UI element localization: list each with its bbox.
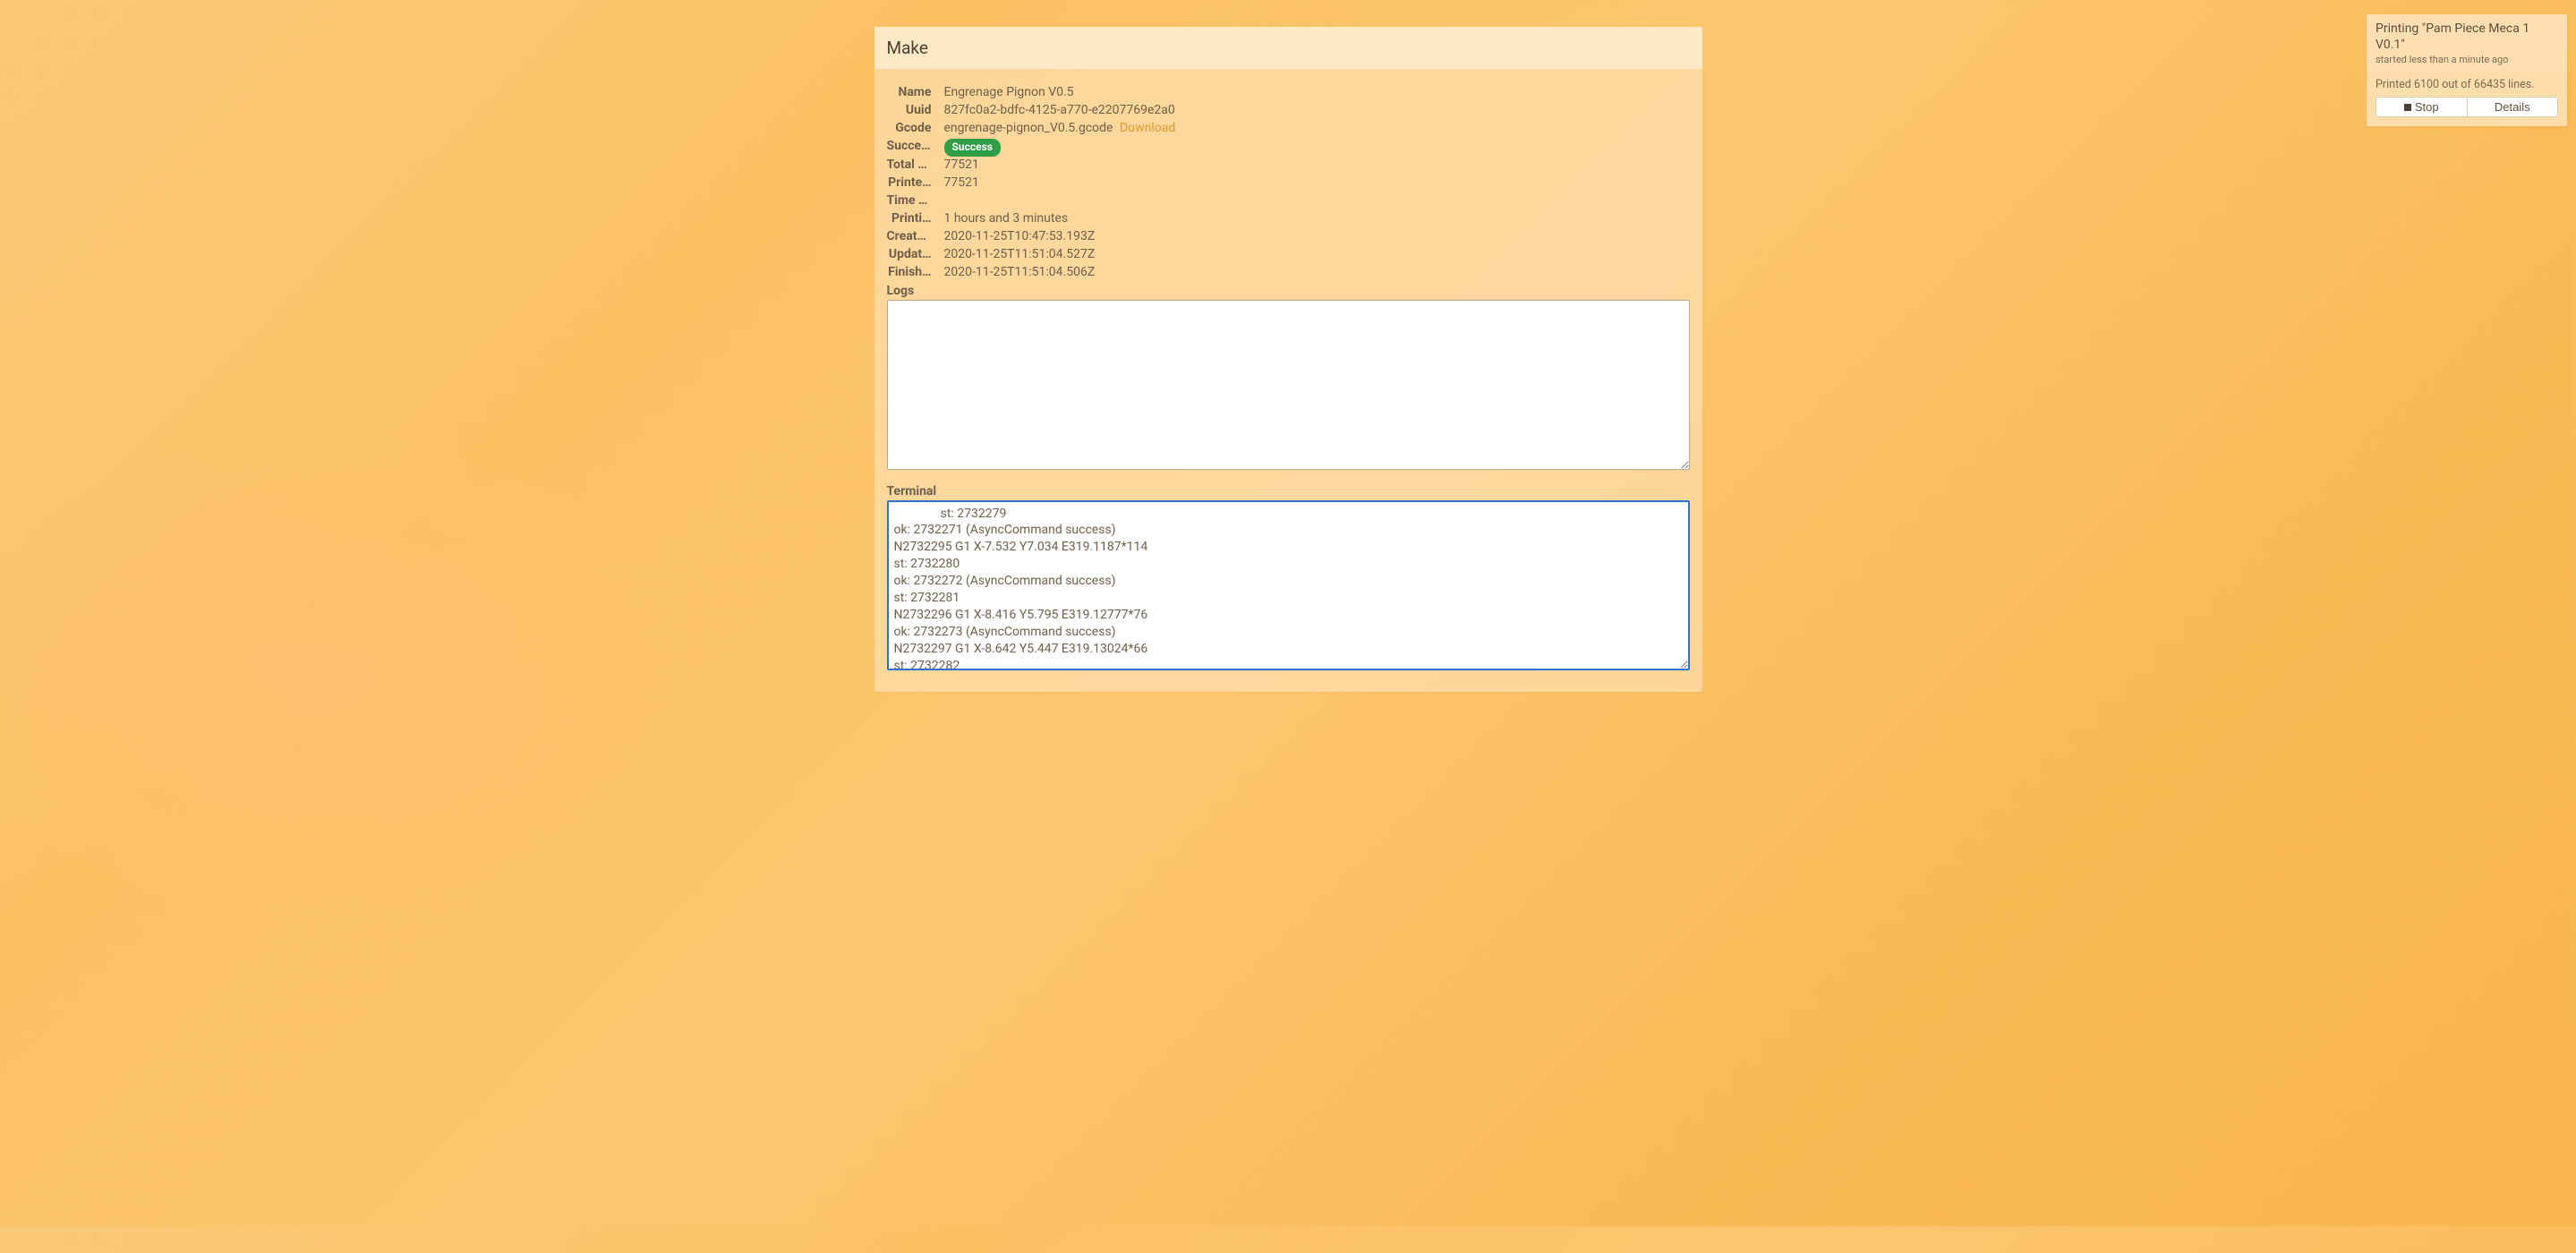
field-label: Printi…	[887, 211, 934, 226]
panel-title: Make	[874, 27, 1702, 69]
terminal-label: Terminal	[887, 484, 1690, 499]
stop-button[interactable]: Stop	[2376, 97, 2468, 117]
notification-body: Printed 6100 out of 66435 lines. Stop De…	[2367, 71, 2567, 126]
field-created: Create… 2020-11-25T10:47:53.193Z	[887, 229, 1690, 246]
field-total-lines: Total L… 77521	[887, 158, 1690, 175]
field-printed: Printe… 77521	[887, 175, 1690, 192]
field-value: 1 hours and 3 minutes	[944, 211, 1690, 226]
field-label: Time R…	[887, 193, 934, 208]
field-value: 2020-11-25T10:47:53.193Z	[944, 229, 1690, 243]
field-name: Name Engrenage Pignon V0.5	[887, 85, 1690, 102]
panel-body: Name Engrenage Pignon V0.5 Uuid 827fc0a2…	[874, 69, 1702, 692]
field-label: Printe…	[887, 175, 934, 190]
field-printing-time: Printi… 1 hours and 3 minutes	[887, 211, 1690, 228]
stop-button-label: Stop	[2415, 100, 2439, 114]
notification-title: Printing "Pam Piece Meca 1 V0.1"	[2376, 21, 2558, 53]
terminal-textarea[interactable]	[887, 500, 1690, 670]
field-value: Engrenage Pignon V0.5	[944, 85, 1690, 99]
field-updated: Updat… 2020-11-25T11:51:04.527Z	[887, 247, 1690, 264]
field-label: Updat…	[887, 247, 934, 261]
details-button-label: Details	[2495, 100, 2530, 114]
status-badge: Success	[944, 139, 1001, 157]
field-time-remaining: Time R…	[887, 193, 1690, 210]
gcode-filename: engrenage-pignon_V0.5.gcode	[944, 121, 1113, 135]
field-label: Uuid	[887, 103, 934, 117]
field-value: 827fc0a2-bdfc-4125-a770-e2207769e2a0	[944, 103, 1690, 117]
field-value: engrenage-pignon_V0.5.gcode Download	[944, 121, 1690, 135]
field-value: 77521	[944, 158, 1690, 172]
logs-textarea[interactable]	[887, 300, 1690, 470]
notification-subtitle: started less than a minute ago	[2376, 54, 2558, 65]
print-status-notification: Printing "Pam Piece Meca 1 V0.1" started…	[2367, 14, 2567, 126]
field-label: Success	[887, 139, 934, 153]
notification-buttons: Stop Details	[2376, 97, 2558, 117]
details-button[interactable]: Details	[2468, 97, 2559, 117]
field-value: 2020-11-25T11:51:04.527Z	[944, 247, 1690, 261]
download-link[interactable]: Download	[1120, 121, 1175, 135]
field-value: 77521	[944, 175, 1690, 190]
logs-label: Logs	[887, 284, 1690, 298]
field-value: 2020-11-25T11:51:04.506Z	[944, 265, 1690, 279]
make-panel: Make Name Engrenage Pignon V0.5 Uuid 827…	[874, 27, 1702, 692]
field-finished: Finish… 2020-11-25T11:51:04.506Z	[887, 265, 1690, 282]
field-uuid: Uuid 827fc0a2-bdfc-4125-a770-e2207769e2a…	[887, 103, 1690, 120]
field-label: Finish…	[887, 265, 934, 279]
field-label: Total L…	[887, 158, 934, 172]
field-gcode: Gcode engrenage-pignon_V0.5.gcode Downlo…	[887, 121, 1690, 138]
field-label: Gcode	[887, 121, 934, 135]
field-label: Name	[887, 85, 934, 99]
field-success: Success Success	[887, 139, 1690, 157]
notification-header: Printing "Pam Piece Meca 1 V0.1" started…	[2367, 14, 2567, 71]
field-value: Success	[944, 139, 1690, 157]
field-label: Create…	[887, 229, 934, 243]
stop-icon	[2404, 104, 2411, 111]
notification-progress: Printed 6100 out of 66435 lines.	[2376, 78, 2558, 91]
